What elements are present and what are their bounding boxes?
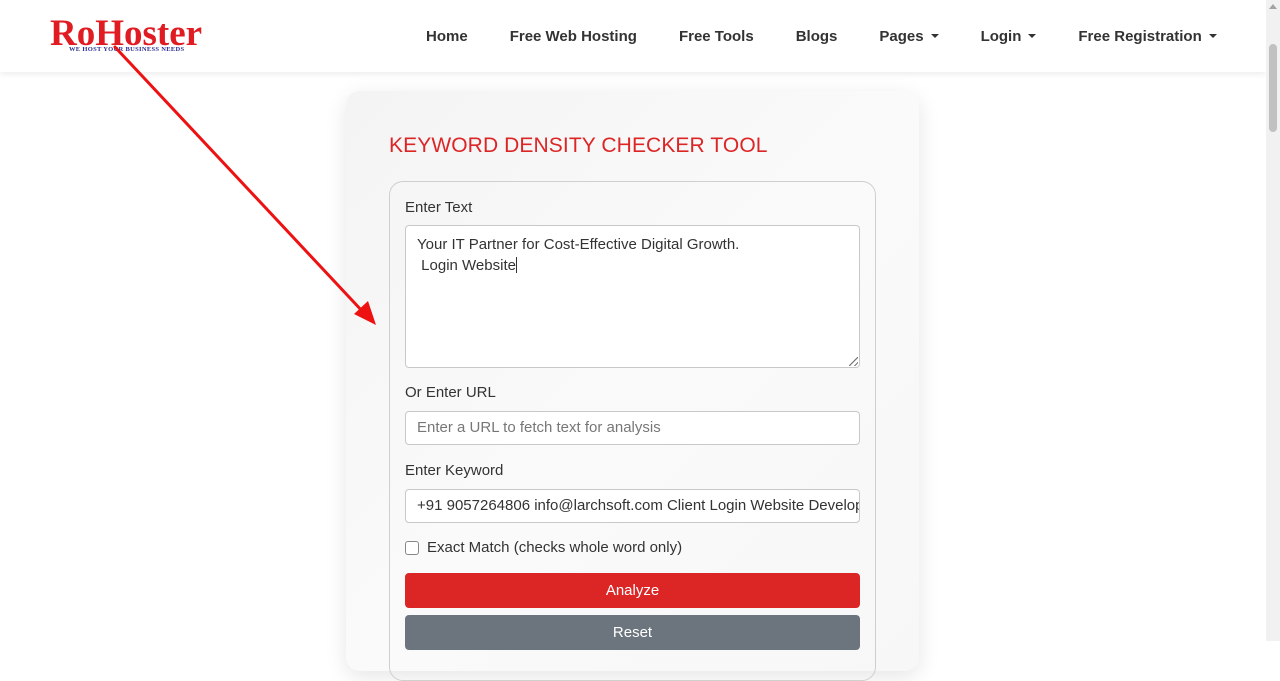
caret-down-icon bbox=[930, 34, 939, 38]
page-title: KEYWORD DENSITY CHECKER TOOL bbox=[389, 134, 768, 157]
caret-down-icon bbox=[1028, 34, 1037, 38]
text-input[interactable]: Your IT Partner for Cost-Effective Digit… bbox=[405, 225, 860, 368]
text-input-line-2: Login Website bbox=[417, 257, 516, 274]
scroll-up-arrow-icon[interactable] bbox=[1269, 4, 1277, 9]
nav-free-registration-label: Free Registration bbox=[1078, 27, 1202, 45]
navbar: RoHoster WE HOST YOUR BUSINESS NEEDS Hom… bbox=[0, 0, 1266, 72]
nav-blogs[interactable]: Blogs bbox=[775, 28, 859, 45]
analyze-button[interactable]: Analyze bbox=[405, 573, 860, 608]
analyze-button-label: Analyze bbox=[605, 582, 660, 599]
scrollbar-thumb[interactable] bbox=[1269, 44, 1277, 132]
reset-button[interactable]: Reset bbox=[405, 615, 860, 650]
keyword-density-form: Enter Text Your IT Partner for Cost-Effe… bbox=[389, 181, 876, 681]
logo-tagline: WE HOST YOUR BUSINESS NEEDS bbox=[69, 46, 185, 53]
nav-login-label: Login bbox=[980, 27, 1022, 45]
page-scrollbar[interactable] bbox=[1266, 0, 1280, 641]
nav-login-dropdown[interactable]: Login bbox=[960, 28, 1058, 45]
url-input[interactable]: Enter a URL to fetch text for analysis bbox=[405, 411, 860, 445]
nav-free-tools-label: Free Tools bbox=[678, 27, 754, 45]
url-input-placeholder: Enter a URL to fetch text for analysis bbox=[417, 419, 661, 436]
text-label: Enter Text bbox=[405, 199, 473, 216]
keyword-input-value: +91 9057264806 info@larchsoft.com Client… bbox=[417, 497, 860, 514]
nav-blogs-label: Blogs bbox=[795, 27, 838, 45]
nav-home-label: Home bbox=[426, 27, 468, 45]
keyword-label: Enter Keyword bbox=[405, 462, 504, 479]
text-input-line-1: Your IT Partner for Cost-Effective Digit… bbox=[417, 236, 740, 253]
reset-button-label: Reset bbox=[612, 624, 653, 641]
nav-free-web-hosting[interactable]: Free Web Hosting bbox=[489, 28, 658, 45]
url-label: Or Enter URL bbox=[405, 384, 496, 401]
nav-menu: Home Free Web Hosting Free Tools Blogs P… bbox=[405, 0, 1238, 72]
nav-free-web-hosting-label: Free Web Hosting bbox=[509, 27, 637, 45]
logo[interactable]: RoHoster WE HOST YOUR BUSINESS NEEDS bbox=[50, 14, 230, 58]
nav-free-tools[interactable]: Free Tools bbox=[658, 28, 775, 45]
resize-handle-icon[interactable] bbox=[849, 357, 858, 366]
exact-match-checkbox[interactable] bbox=[405, 541, 419, 555]
text-cursor bbox=[515, 257, 517, 273]
keyword-density-card: KEYWORD DENSITY CHECKER TOOL Enter Text … bbox=[346, 91, 919, 681]
nav-home[interactable]: Home bbox=[405, 28, 489, 45]
keyword-input[interactable]: +91 9057264806 info@larchsoft.com Client… bbox=[405, 489, 860, 523]
nav-pages-dropdown[interactable]: Pages bbox=[858, 28, 959, 45]
nav-free-registration-dropdown[interactable]: Free Registration bbox=[1057, 28, 1237, 45]
nav-pages-label: Pages bbox=[879, 27, 924, 45]
caret-down-icon bbox=[1208, 34, 1217, 38]
exact-match-label[interactable]: Exact Match (checks whole word only) bbox=[427, 539, 682, 556]
